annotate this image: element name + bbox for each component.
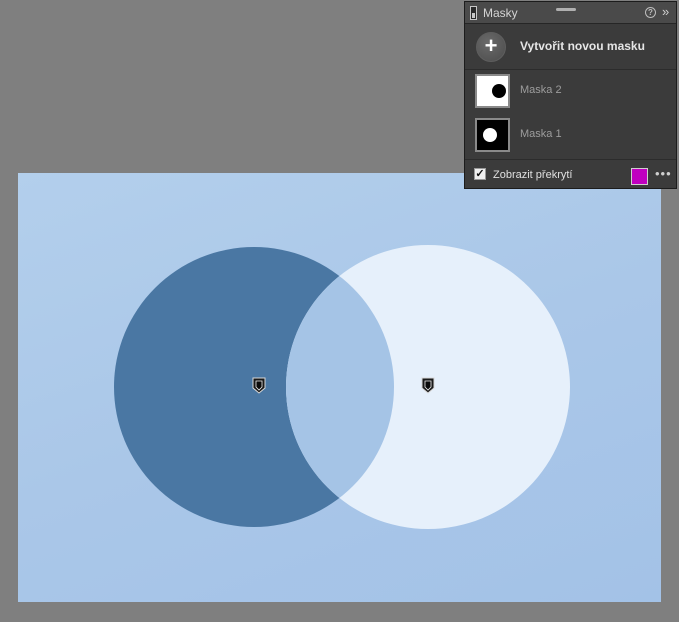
mask-name[interactable]: Maska 2 xyxy=(520,84,562,96)
help-icon[interactable]: ? xyxy=(645,7,656,18)
expand-icon[interactable]: » xyxy=(662,4,669,19)
show-overlay-label[interactable]: Zobrazit překrytí xyxy=(493,169,572,181)
mask-thumbnail[interactable] xyxy=(475,118,510,152)
more-options-icon[interactable]: ••• xyxy=(655,166,672,181)
mask-thumbnail[interactable] xyxy=(475,74,510,108)
add-mask-button[interactable]: + xyxy=(476,32,506,62)
mask-list-item[interactable]: Maska 2 xyxy=(465,72,676,112)
create-mask-label[interactable]: Vytvořit novou masku xyxy=(520,39,645,53)
show-overlay-checkbox[interactable]: ✓ xyxy=(474,168,486,180)
panel-title: Masky xyxy=(483,6,518,20)
create-mask-row[interactable]: + Vytvořit novou masku xyxy=(465,24,676,70)
drag-handle[interactable] xyxy=(556,8,576,11)
panel-footer: ✓ Zobrazit překrytí ••• xyxy=(465,159,676,188)
mask-name[interactable]: Maska 1 xyxy=(520,128,562,140)
mask-list-item[interactable]: Maska 1 xyxy=(465,116,676,156)
mask-thumbnail-shape xyxy=(492,84,506,98)
photo-canvas[interactable] xyxy=(18,173,661,602)
panel-toggle-icon[interactable] xyxy=(470,6,477,20)
masks-panel: Masky ? » + Vytvořit novou masku Maska 2… xyxy=(464,1,677,189)
mask-thumbnail-shape xyxy=(483,128,497,142)
mask-overlay xyxy=(114,245,570,529)
overlay-color-swatch[interactable] xyxy=(631,168,648,185)
panel-header[interactable]: Masky ? » xyxy=(465,2,676,24)
